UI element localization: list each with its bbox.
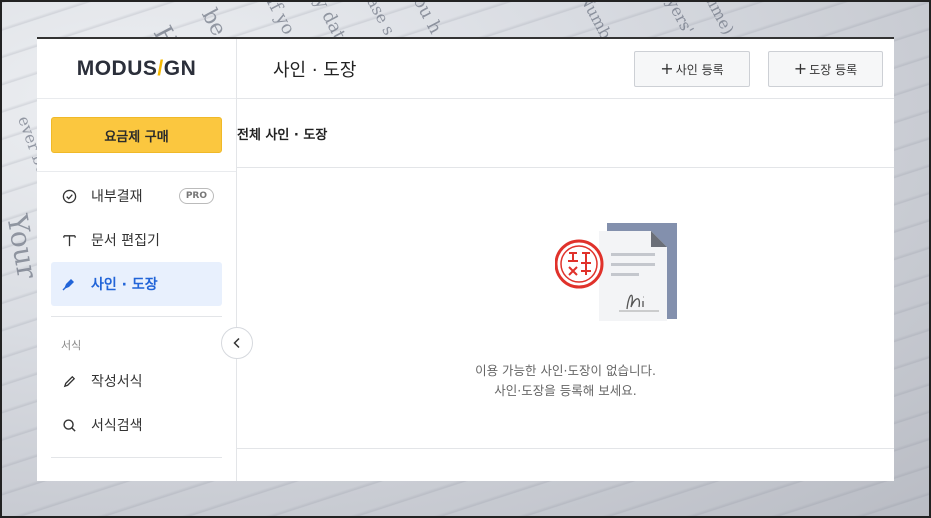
logo-text-modus: MODUS [76,56,158,80]
app-window: MODUS/GN 요금제 구매 내부결재 PRO 문서 편집기 사인 · 도장 … [37,37,894,481]
sidebar: MODUS/GN 요금제 구매 내부결재 PRO 문서 편집기 사인 · 도장 … [37,39,253,481]
sidebar-nav: 내부결재 PRO 문서 편집기 사인 · 도장 [37,172,236,306]
sidebar-item-label: 사인 · 도장 [91,277,158,293]
section-subtitle: 전체 사인 · 도장 [237,99,894,168]
sidebar-item-internal-approval[interactable]: 내부결재 PRO [51,174,222,218]
sidebar-divider-bottom [51,457,222,458]
document-stamp-illustration [554,221,685,329]
sidebar-collapse-button[interactable] [221,327,253,359]
pen-nib-icon [61,276,77,292]
logo-area: MODUS/GN [37,39,236,99]
sidebar-item-write-form[interactable]: 작성서식 [51,359,222,403]
sidebar-item-label: 작성서식 [91,374,143,390]
empty-message: 이용 가능한 사인·도장이 없습니다. 사인·도장을 등록해 보세요. [237,361,894,401]
plus-icon: + [660,59,674,78]
buy-plan-button[interactable]: 요금제 구매 [51,117,222,153]
sidebar-item-search-form[interactable]: 서식검색 [51,403,222,447]
logo-text-gn: GN [163,56,197,80]
plus-icon: + [793,59,808,78]
add-stamp-button[interactable]: + 도장 등록 [768,51,883,87]
sidebar-item-document-editor[interactable]: 문서 편집기 [51,218,222,262]
add-stamp-label: 도장 등록 [809,62,858,77]
add-sign-button[interactable]: + 사인 등록 [634,51,750,87]
search-icon [61,417,77,433]
sidebar-item-sign-stamp[interactable]: 사인 · 도장 [51,262,222,306]
empty-message-line2: 사인·도장을 등록해 보세요. [494,383,637,398]
page-header: 사인 · 도장 + 사인 등록 + 도장 등록 [237,39,894,99]
sidebar-item-label: 문서 편집기 [91,233,160,249]
sidebar-item-label: 서식검색 [91,418,143,434]
empty-state: 이용 가능한 사인·도장이 없습니다. 사인·도장을 등록해 보세요. [237,169,894,449]
check-circle-icon [61,188,77,204]
chevron-left-icon [231,334,243,353]
section-label-forms: 서식 [61,339,82,352]
empty-message-line1: 이용 가능한 사인·도장이 없습니다. [475,363,656,378]
text-icon [61,232,77,248]
pencil-icon [61,373,77,389]
sidebar-item-label: 내부결재 [91,189,143,205]
logo[interactable]: MODUS/GN [77,57,197,81]
page-title: 사인 · 도장 [273,59,357,81]
sidebar-forms-nav: 작성서식 서식검색 [37,359,236,447]
sidebar-divider [51,316,222,317]
pro-badge: PRO [178,188,214,204]
main-content: 사인 · 도장 + 사인 등록 + 도장 등록 전체 사인 · 도장 이용 가능… [237,39,894,481]
add-sign-label: 사인 등록 [675,62,724,77]
